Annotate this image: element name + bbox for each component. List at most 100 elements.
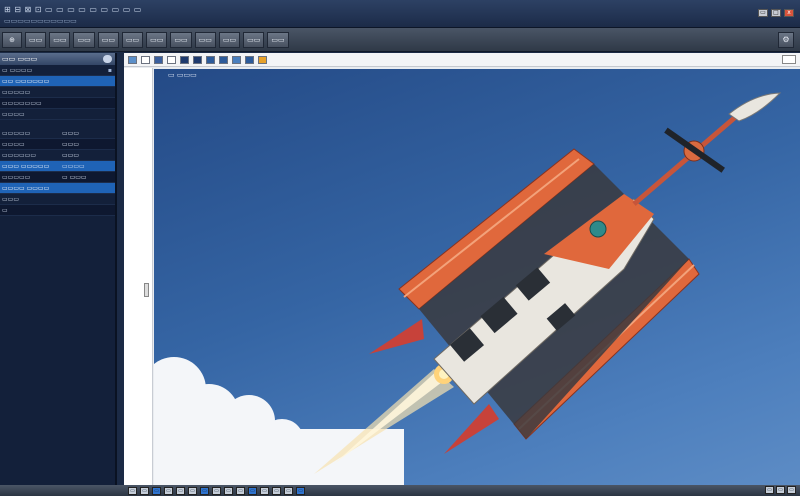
status-button[interactable]: ▭ [272,486,281,495]
color-swatch[interactable] [206,55,215,64]
sidebar-item[interactable]: ▭▭▭▭▭ ▭ ▭▭▭ [0,172,115,183]
toolbar-button-5[interactable]: ▭▭ [97,31,119,48]
title-bar: ⊞ ⊟ ⊠ ⊡ ▭ ▭ ▭ ▭ ▭ ▭ ▭ ▭ ▭ ▭▭▭▭▭▭▭▭▭▭▭ ▭ … [0,0,800,28]
status-button[interactable]: ▭ [296,486,305,495]
sidebar-item-label: ▭▭▭▭▭ [2,174,31,181]
sidebar-item-label: ▭▭ ▭▭▭▭▭▭ [2,78,50,85]
sidebar-item[interactable]: ▭▭▭▭▭ [0,87,115,98]
sidebar-list: ▭ ▭▭▭▭ ▪ ▭▭ ▭▭▭▭▭▭ ▭▭▭▭▭ ▭▭▭▭▭▭▭ ▭▭▭▭ ▭▭▭▭▭ ▭▭▭… [0,65,115,216]
close-button[interactable]: x [784,9,794,17]
toolbar: ⊕ ▭▭ ▭▭ ▭▭ ▭▭ ▭▭ ▭▭ ▭▭ ▭▭ ▭▭ ▭▭ ▭▭ ⚙ [0,28,800,52]
sidebar-item[interactable]: ▭▭▭▭▭▭ ▭▭▭ [0,150,115,161]
toolbar-button-10[interactable]: ▭▭ [218,31,241,48]
color-swatch-strip [124,53,800,67]
status-button[interactable]: ▭ [248,486,257,495]
color-swatch[interactable] [128,55,137,64]
sidebar-item-value: ▭▭▭ [62,141,80,148]
maximize-button[interactable]: □ [771,9,781,17]
sidebar-item[interactable]: ▭▭▭▭ [0,109,115,120]
status-button[interactable]: ▭ [212,486,221,495]
status-button[interactable]: ▭ [200,486,209,495]
status-button[interactable]: ▭ [260,486,269,495]
sidebar-item[interactable]: ▭▭▭ [0,194,115,205]
sidebar-item-value: ▭▭▭ [62,152,80,159]
toolbar-button-2[interactable]: ▭▭ [25,31,47,48]
window-controls: ▭ □ x [758,9,794,17]
toolbar-button-3[interactable]: ▭▭ [49,31,71,48]
sidebar-item-label: ▭▭▭▭ [2,111,25,118]
image-canvas[interactable]: ▭ ▭▭▭ [154,69,800,485]
image-viewer: ▭ ▭▭▭ [124,53,800,485]
status-button[interactable]: ▭ [128,486,137,495]
toolbar-button-11[interactable]: ▭▭ [243,31,265,48]
sidebar-item[interactable]: ▭▭▭▭ ▭▭▭▭ [0,183,115,194]
aircraft-image [154,92,782,485]
status-right-button[interactable]: ▭ [765,486,774,494]
sidebar-item-label: ▭▭▭▭ ▭▭▭▭ [2,185,50,192]
sidebar-item[interactable]: ▭▭ ▭▭▭▭▭▭ [0,76,115,87]
viewer-left-margin [124,68,153,485]
color-swatch[interactable] [245,55,254,64]
status-button[interactable]: ▭ [236,486,245,495]
settings-icon[interactable]: ⚙ [778,32,794,48]
status-button[interactable]: ▭ [164,486,173,495]
color-swatch[interactable] [258,55,267,64]
sidebar-item-label: ▭▭▭▭ [2,141,25,148]
status-button[interactable]: ▭ [224,486,233,495]
sidebar-item-label: ▭ ▭▭▭▭ [2,67,33,74]
toolbar-button-9[interactable]: ▭▭ [194,31,216,48]
status-button[interactable]: ▭ [188,486,197,495]
minimize-button[interactable]: ▭ [758,9,768,17]
sidebar-item-label: ▭ [2,207,8,214]
sidebar-header[interactable]: ▭▭ ▭▭▭ [0,53,115,65]
status-button[interactable]: ▭ [176,486,185,495]
status-button[interactable]: ▭ [284,486,293,495]
sidebar-item-label: ▭▭▭▭▭ [2,89,31,96]
toolbar-button-1[interactable]: ⊕ [2,31,22,48]
toolbar-button-4[interactable]: ▭▭ [73,31,95,48]
sidebar-item[interactable]: ▭▭▭▭▭▭▭ [0,139,115,150]
sidebar-item[interactable]: ▭▭▭▭▭ ▭▭▭ [0,128,115,139]
status-button[interactable]: ▭ [140,486,149,495]
color-swatch[interactable] [232,55,241,64]
image-file-label: ▭ ▭▭▭ [168,71,197,79]
color-swatch[interactable] [180,55,189,64]
left-fin [369,319,424,354]
toolbar-button-12[interactable]: ▭▭ [267,31,289,48]
sidebar-item[interactable]: ▭ ▭▭▭▭ ▪ [0,65,115,76]
color-swatch[interactable] [193,55,202,64]
sidebar-item-label: ▭▭▭ [2,196,20,203]
sidebar-item-label: ▭▭▭▭▭▭▭ [2,100,42,107]
strip-end-box[interactable] [782,55,796,64]
status-right-button[interactable]: ▭ [787,486,796,494]
status-button[interactable]: ▭ [152,486,161,495]
resize-handle[interactable] [144,283,149,297]
status-bar: ▭ ▭ ▭ ▭ ▭ ▭ ▭ ▭ ▭ ▭ ▭ ▭ ▭ ▭ ▭ ▭ ▭ ▭ [0,485,800,496]
status-right-button[interactable]: ▭ [776,486,785,494]
color-swatch[interactable] [141,55,150,64]
status-right-group: ▭ ▭ ▭ [765,486,796,494]
color-swatch[interactable] [167,55,176,64]
toolbar-button-8[interactable]: ▭▭ [170,31,192,48]
toolbar-button-7[interactable]: ▭▭ [146,31,168,48]
cloud-shape [154,357,404,485]
sidebar-item[interactable]: ▭▭▭ ▭▭▭▭▭ ▭▭▭▭ [0,161,115,172]
window-subtitle: ▭▭▭▭▭▭▭▭▭▭▭ [4,17,77,25]
toolbar-button-6[interactable]: ▭▭ [121,31,144,48]
sidebar-item-label: ▭▭▭▭▭ [2,130,31,137]
color-swatch[interactable] [219,55,228,64]
app-window: ⊞ ⊟ ⊠ ⊡ ▭ ▭ ▭ ▭ ▭ ▭ ▭ ▭ ▭ ▭▭▭▭▭▭▭▭▭▭▭ ▭ … [0,0,800,496]
sidebar-item-value: ▭▭▭ [62,130,80,137]
sidebar-item-flag: ▪ [107,67,112,74]
sidebar-item[interactable]: ▭▭▭▭▭▭▭ [0,98,115,109]
color-swatch[interactable] [154,55,163,64]
lower-fin [444,404,499,454]
sidebar-toggle-icon[interactable] [103,55,112,63]
sidebar-item[interactable]: ▭ [0,205,115,216]
sidebar-item-value: ▭▭▭▭ [62,163,85,170]
sidebar-item-label: ▭▭▭▭▭▭ [2,152,37,159]
sidebar-item-value: ▭ ▭▭▭ [62,174,87,181]
sidebar-panel: ▭▭ ▭▭▭ ▭ ▭▭▭▭ ▪ ▭▭ ▭▭▭▭▭▭ ▭▭▭▭▭ ▭▭▭▭▭▭▭ ▭▭▭▭ ▭… [0,53,117,485]
sidebar-header-label: ▭▭ ▭▭▭ [2,55,38,63]
